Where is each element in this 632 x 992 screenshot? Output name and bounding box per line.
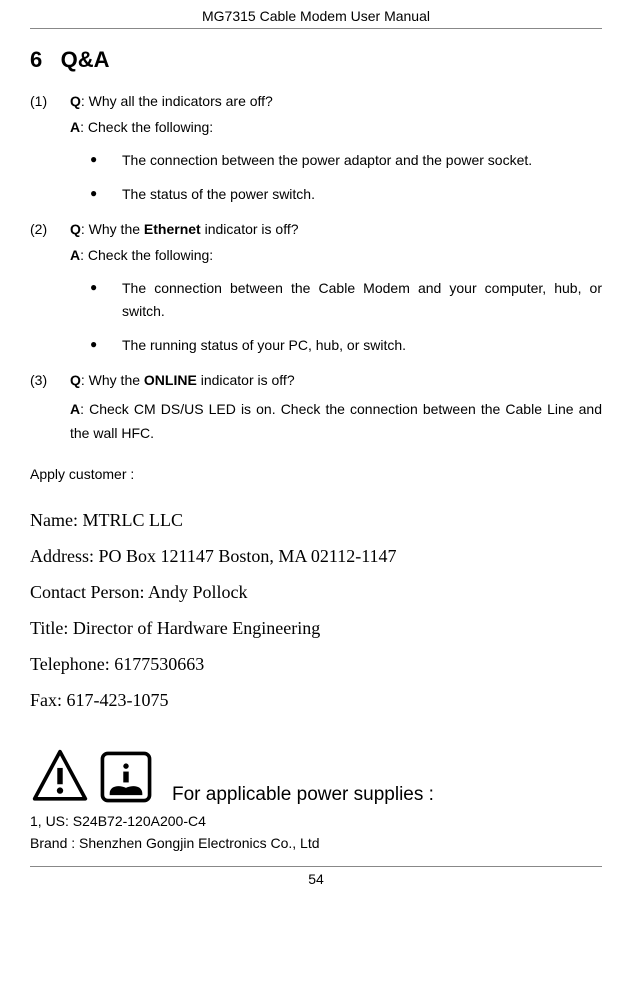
- bullet-item: The running status of your PC, hub, or s…: [90, 334, 602, 358]
- power-supplies-label: For applicable power supplies :: [172, 784, 434, 806]
- contact-address: Address: PO Box 121147 Boston, MA 02112-…: [30, 538, 602, 574]
- supply-line-2: Brand : Shenzhen Gongjin Electronics Co.…: [30, 832, 602, 854]
- contact-telephone: Telephone: 6177530663: [30, 646, 602, 682]
- answer-line: A: Check the following:: [70, 119, 602, 135]
- a-label: A: [70, 119, 80, 135]
- question-line: (2) Q: Why the Ethernet indicator is off…: [30, 221, 602, 237]
- contact-name: Name: MTRLC LLC: [30, 502, 602, 538]
- question-text: Q: Why the Ethernet indicator is off?: [70, 221, 299, 237]
- question-text: Q: Why the ONLINE indicator is off?: [70, 372, 295, 388]
- supply-info: 1, US: S24B72-120A200-C4 Brand : Shenzhe…: [30, 810, 602, 855]
- supply-line-1: 1, US: S24B72-120A200-C4: [30, 810, 602, 832]
- question-text: Q: Why all the indicators are off?: [70, 93, 273, 109]
- qa-item: (3) Q: Why the ONLINE indicator is off? …: [30, 372, 602, 446]
- qa-item: (2) Q: Why the Ethernet indicator is off…: [30, 221, 602, 358]
- answer-bullets: The connection between the power adaptor…: [90, 149, 602, 207]
- question-number: (3): [30, 372, 70, 388]
- answer-bullets: The connection between the Cable Modem a…: [90, 277, 602, 358]
- contact-block: Name: MTRLC LLC Address: PO Box 121147 B…: [30, 502, 602, 718]
- section-number: 6: [30, 47, 42, 72]
- a-label: A: [70, 401, 80, 417]
- contact-person: Contact Person: Andy Pollock: [30, 574, 602, 610]
- contact-title: Title: Director of Hardware Engineering: [30, 610, 602, 646]
- warning-icons-row: For applicable power supplies :: [30, 748, 602, 806]
- bullet-item: The connection between the power adaptor…: [90, 149, 602, 173]
- question-number: (2): [30, 221, 70, 237]
- manual-book-icon: [96, 748, 156, 806]
- a-label: A: [70, 247, 80, 263]
- bullet-item: The status of the power switch.: [90, 183, 602, 207]
- section-title: Q&A: [61, 47, 110, 72]
- q-label: Q: [70, 93, 81, 109]
- q-label: Q: [70, 372, 81, 388]
- question-line: (3) Q: Why the ONLINE indicator is off?: [30, 372, 602, 388]
- answer-text: A: Check CM DS/US LED is on. Check the c…: [70, 398, 602, 446]
- contact-fax: Fax: 617-423-1075: [30, 682, 602, 718]
- document-page: MG7315 Cable Modem User Manual 6 Q&A (1)…: [0, 0, 632, 887]
- qa-item: (1) Q: Why all the indicators are off? A…: [30, 93, 602, 207]
- warning-triangle-icon: [30, 748, 90, 806]
- answer-line: A: Check the following:: [70, 247, 602, 263]
- section-heading: 6 Q&A: [30, 47, 602, 73]
- page-number: 54: [308, 871, 324, 887]
- apply-customer-label: Apply customer :: [30, 466, 602, 482]
- question-line: (1) Q: Why all the indicators are off?: [30, 93, 602, 109]
- bullet-item: The connection between the Cable Modem a…: [90, 277, 602, 325]
- page-header: MG7315 Cable Modem User Manual: [30, 0, 602, 29]
- header-title: MG7315 Cable Modem User Manual: [202, 8, 430, 24]
- question-number: (1): [30, 93, 70, 109]
- page-footer: 54: [30, 866, 602, 887]
- q-label: Q: [70, 221, 81, 237]
